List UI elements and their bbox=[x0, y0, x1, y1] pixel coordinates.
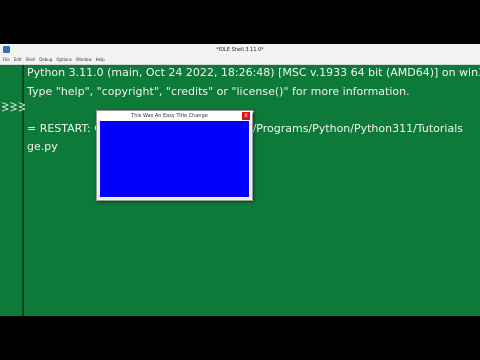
shell-output-line: Python 3.11.0 (main, Oct 24 2022, 18:26:… bbox=[27, 66, 480, 79]
tk-titlebar[interactable]: This Was An Easy Title Change x bbox=[97, 111, 252, 121]
menu-window[interactable]: Window bbox=[76, 56, 92, 64]
menu-file[interactable]: File bbox=[3, 56, 10, 64]
shell-output-line: Type "help", "copyright", "credits" or "… bbox=[27, 85, 410, 98]
menu-help[interactable]: Help bbox=[96, 56, 105, 64]
menu-edit[interactable]: Edit bbox=[14, 56, 22, 64]
idle-window-title: *IDLE Shell 3.11.0* bbox=[216, 47, 264, 53]
close-icon[interactable]: x bbox=[242, 112, 250, 120]
video-frame: *IDLE Shell 3.11.0* File Edit Shell Debu… bbox=[0, 0, 480, 360]
tk-blue-canvas[interactable] bbox=[100, 121, 249, 197]
menu-shell[interactable]: Shell bbox=[25, 56, 35, 64]
tk-child-window[interactable]: This Was An Easy Title Change x bbox=[96, 110, 253, 201]
menu-debug[interactable]: Debug bbox=[39, 56, 52, 64]
mouse-cursor-icon bbox=[250, 111, 254, 117]
idle-menubar: File Edit Shell Debug Options Window Hel… bbox=[0, 56, 480, 65]
idle-titlebar[interactable]: *IDLE Shell 3.11.0* bbox=[0, 44, 480, 56]
shell-output-line: ge.py bbox=[27, 140, 58, 153]
menu-options[interactable]: Options bbox=[56, 56, 71, 64]
tk-window-title: This Was An Easy Title Change bbox=[131, 113, 208, 119]
shell-prompt: >>> bbox=[1, 104, 27, 115]
